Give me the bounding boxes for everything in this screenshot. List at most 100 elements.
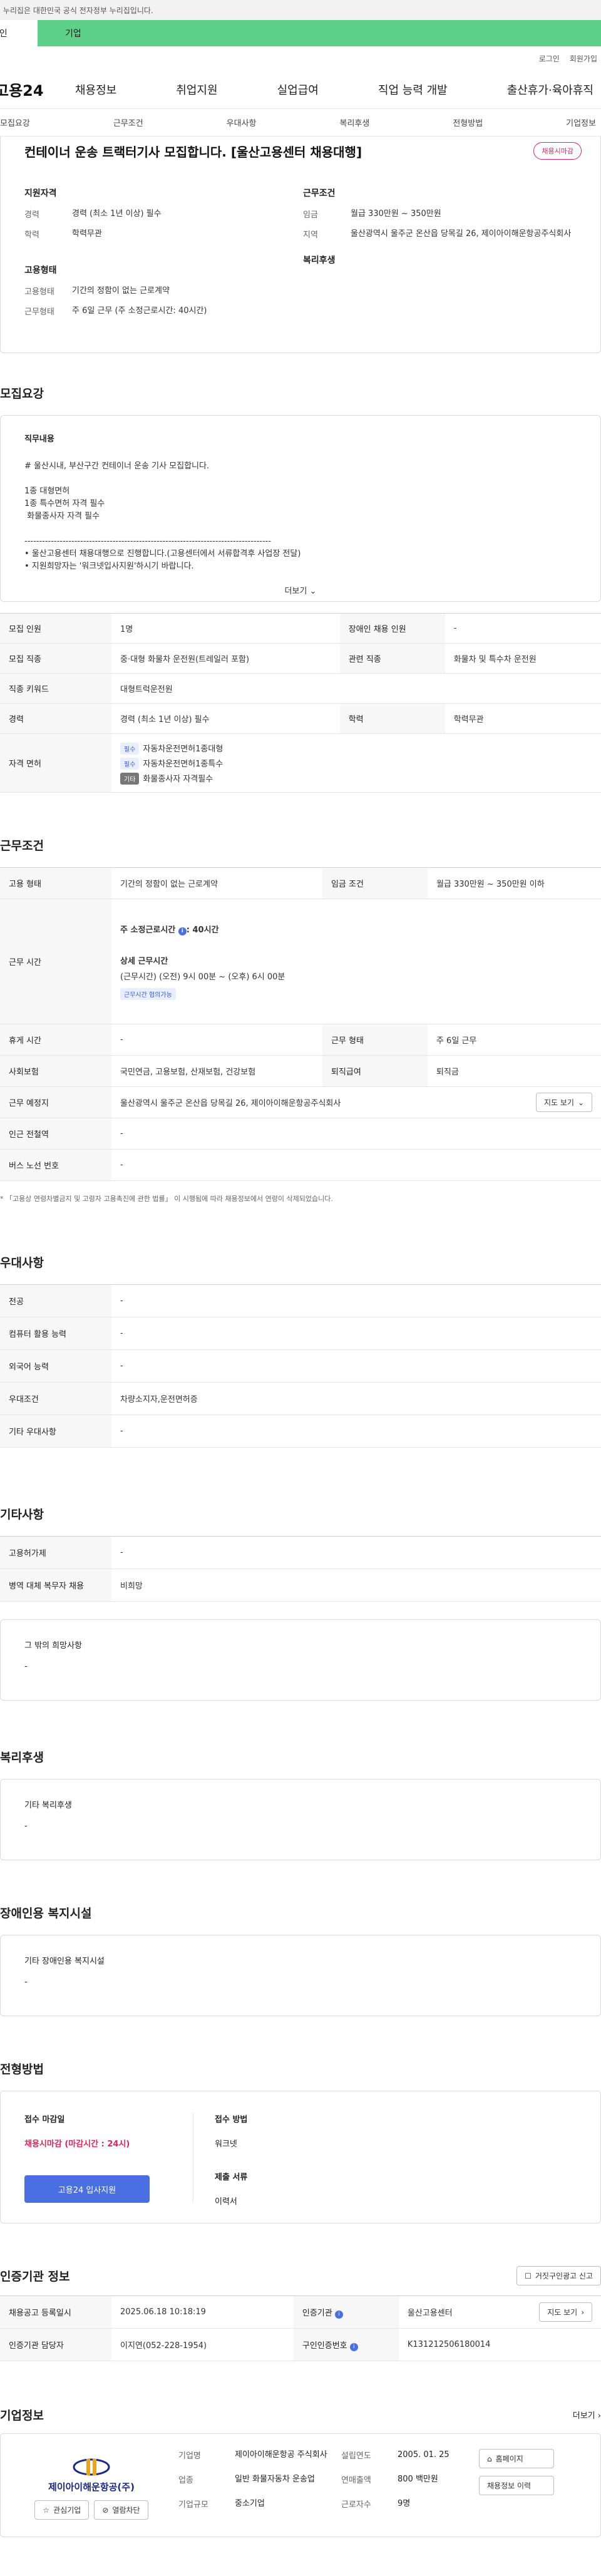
site-logo[interactable]: 고용24 bbox=[0, 78, 75, 100]
license-item: 필수 자동차운전면허1종대형 bbox=[120, 742, 592, 755]
industry-label: 업종 bbox=[178, 2475, 193, 2485]
agency-label-text: 인증기관 bbox=[302, 2308, 332, 2318]
job-number-label-text: 구인인증번호 bbox=[302, 2341, 347, 2351]
company-name-label: 기업명 bbox=[178, 2451, 201, 2461]
company-size-label: 기업규모 bbox=[178, 2500, 208, 2510]
job-history-button[interactable]: 채용정보 이력 bbox=[479, 2476, 554, 2495]
education-value: 학력무관 bbox=[72, 229, 102, 239]
chevron-down-icon: ⌄ bbox=[577, 1098, 584, 1107]
gnb-item-employment-support[interactable]: 취업지원 bbox=[176, 81, 217, 98]
block-company-button[interactable]: ⊘ 열람차단 bbox=[94, 2500, 148, 2520]
company-name-value: 제이아이해운항공 주식회사 bbox=[235, 2450, 327, 2460]
global-nav: 고용24 채용정보 취업지원 실업급여 직업 능력 개발 출산휴가·육아휴직 bbox=[0, 70, 601, 109]
subnav-conditions[interactable]: 근무조건 bbox=[113, 116, 143, 128]
related-job-value: 화물차 및 특수차 운전원 bbox=[444, 643, 601, 674]
gnb-item-leave[interactable]: 출산휴가·육아휴직 bbox=[507, 81, 593, 98]
age-notice: * 「고용상 연령차별금지 및 고령자 고용촉진에 관한 법률」 이 시행됨에 … bbox=[0, 1195, 333, 1203]
conditions-title: 근무조건 bbox=[0, 839, 44, 853]
join-link[interactable]: 회원가입 bbox=[570, 53, 597, 64]
duty-line: 1종 대형면허 bbox=[24, 487, 70, 496]
recruit-table: 모집 인원 1명 장애인 채용 인원 - 모집 직종 중·대형 화물차 운전원(… bbox=[0, 613, 601, 793]
work-type-value: 주 6일 근무 (주 소정근로시간: 40시간) bbox=[72, 306, 207, 316]
disability-title: 장애인용 복지시설 bbox=[0, 1907, 92, 1920]
docs-label: 제출 서류 bbox=[215, 2173, 248, 2182]
license-name: 화물종사자 자격필수 bbox=[143, 774, 213, 784]
subnav-welfare[interactable]: 복리후생 bbox=[339, 116, 369, 128]
condition-summary: 근무조건 임금 월급 330만원 ~ 350만원 지역 울산광역시 울주군 온산읍 … bbox=[303, 187, 582, 324]
subnav-recruit[interactable]: 모집요강 bbox=[0, 116, 30, 128]
recruit-title: 모집요강 bbox=[0, 387, 44, 401]
more-button[interactable]: 더보기 ⌄ bbox=[24, 573, 577, 604]
deadline-label: 접수 마감일 bbox=[24, 2115, 65, 2125]
disability-section: 장애인용 복지시설 기타 장애인용 복지시설 - bbox=[0, 1904, 601, 2016]
hours-detail-value: (근무시간) (오전) 9시 00분 ~ (오후) 6시 00분 bbox=[120, 972, 285, 982]
disability-value: - bbox=[24, 1977, 28, 1987]
selection-section: 전형방법 접수 마감일 채용시마감 (마감시간 : 24시) 고용24 입사지원… bbox=[0, 2060, 601, 2223]
etc-table: 고용허가제 - 병역 대체 복무자 채용 비희망 bbox=[0, 1536, 601, 1602]
career-value: 경력 (최소 1년 이상) 필수 bbox=[72, 209, 162, 219]
tab-individual[interactable]: 개인 bbox=[0, 20, 38, 46]
tab-company[interactable]: 기업 bbox=[38, 20, 601, 46]
info-icon[interactable]: i bbox=[178, 927, 187, 935]
job-category-value: 중·대형 화물차 운전원(트레일러 포함) bbox=[111, 643, 340, 674]
computer-skill-value: - bbox=[111, 1317, 601, 1350]
job-number-label: 구인인증번호 i bbox=[293, 2328, 399, 2361]
report-button[interactable]: ☐ 거짓구인광고 신고 bbox=[516, 2266, 601, 2285]
subnav-company[interactable]: 기업정보 bbox=[566, 116, 596, 128]
chevron-right-icon: › bbox=[597, 2411, 601, 2421]
user-type-tabs: 개인 기업 bbox=[0, 20, 601, 46]
subnav-selection[interactable]: 전형방법 bbox=[453, 116, 483, 128]
wage-label: 임금 조건 bbox=[322, 867, 428, 899]
military-label: 병역 대체 복무자 채용 bbox=[0, 1569, 111, 1602]
more-label: 더보기 bbox=[284, 587, 307, 596]
company-emblem-icon bbox=[73, 2458, 110, 2475]
gnb-item-unemployment[interactable]: 실업급여 bbox=[277, 81, 319, 98]
company-more-link[interactable]: 더보기 › bbox=[573, 2409, 601, 2421]
required-tag: 필수 bbox=[120, 742, 140, 755]
utility-bar: 로그인 회원가입 bbox=[0, 46, 601, 70]
welfare-heading: 기타 복리후생 bbox=[24, 1801, 72, 1810]
info-icon[interactable]: i bbox=[334, 2310, 343, 2319]
location-cell: 울산광역시 울주군 온산읍 당목길 26, 제이아이해운항공주식회사 지도 보기… bbox=[111, 1086, 601, 1118]
welfare-card: 기타 복리후생 - bbox=[0, 1779, 601, 1860]
hours-flex-tag: 근무시간 협의가능 bbox=[120, 988, 176, 1000]
apply-button[interactable]: 고용24 입사지원 bbox=[24, 2175, 150, 2203]
work-type-label: 근무형태 bbox=[24, 307, 54, 317]
favorite-company-button[interactable]: ☆ 관심기업 bbox=[34, 2500, 90, 2520]
etc-title: 기타사항 bbox=[0, 1508, 44, 1522]
employment-type-value: 기간의 정함이 없는 근로계약 bbox=[72, 286, 170, 296]
manager-value: 이지연(052-228-1954) bbox=[111, 2328, 294, 2361]
homepage-button[interactable]: ⌂ 홈페이지 bbox=[479, 2449, 554, 2468]
map-button[interactable]: 지도 보기 ⌄ bbox=[535, 1093, 592, 1112]
license-list: 필수 자동차운전면허1종대형 필수 자동차운전면허1종특수 기타 화물종사자 자격필수 bbox=[111, 733, 601, 793]
duty-line: ----------------------------------------… bbox=[24, 537, 272, 546]
wage-value: 월급 330만원 ~ 350만원 이하 bbox=[427, 867, 601, 899]
login-link[interactable]: 로그인 bbox=[539, 53, 560, 64]
insurance-label: 사회보험 bbox=[0, 1055, 111, 1087]
location-label: 근무 예정지 bbox=[0, 1086, 111, 1118]
condition-heading: 근무조건 bbox=[303, 188, 336, 198]
work-permit-value: - bbox=[111, 1536, 601, 1569]
education-label: 학력 bbox=[339, 703, 445, 734]
company-logo-area: 제이아이해운항공(주) ☆ 관심기업 ⊘ 열람차단 bbox=[19, 2449, 163, 2522]
method-label: 접수 방법 bbox=[215, 2115, 248, 2125]
site-logo-text: 고용24 bbox=[0, 82, 44, 100]
duty-line: 화물종사자 자격 필수 bbox=[24, 512, 100, 521]
location-value: 울산광역시 울주군 온산읍 당목길 26, 제이아이해운항공주식회사 bbox=[120, 1099, 341, 1108]
headcount-value: 1명 bbox=[111, 613, 340, 644]
agency-map-button[interactable]: 지도 보기 › bbox=[539, 2302, 592, 2322]
subnav-preference[interactable]: 우대사항 bbox=[227, 116, 257, 128]
company-size-value: 중소기업 bbox=[235, 2498, 265, 2508]
cert-table: 채용공고 등록일시 2025.06.18 10:18:19 인증기관 i 울산고… bbox=[0, 2295, 601, 2361]
gov-banner: 이 누리집은 대한민국 공식 전자정부 누리집입니다. bbox=[0, 0, 601, 20]
career-label: 경력 bbox=[0, 703, 111, 734]
headcount-label: 모집 인원 bbox=[0, 613, 111, 644]
method-value: 워크넷 bbox=[215, 2140, 237, 2149]
conditions-section: 근무조건 고용 형태 기간의 정함이 없는 근로계약 임금 조건 월급 330만… bbox=[0, 837, 601, 1203]
info-icon[interactable]: i bbox=[349, 2342, 358, 2351]
welfare-heading: 복리후생 bbox=[303, 255, 336, 265]
gnb-item-jobs[interactable]: 채용정보 bbox=[75, 81, 116, 98]
recruit-section: 모집요강 직무내용 # 울산시내, 부산구간 컨테이너 운송 기사 모집합니다.… bbox=[0, 384, 601, 793]
gnb-item-training[interactable]: 직업 능력 개발 bbox=[378, 81, 448, 98]
keyword-label: 직종 키워드 bbox=[0, 673, 111, 704]
